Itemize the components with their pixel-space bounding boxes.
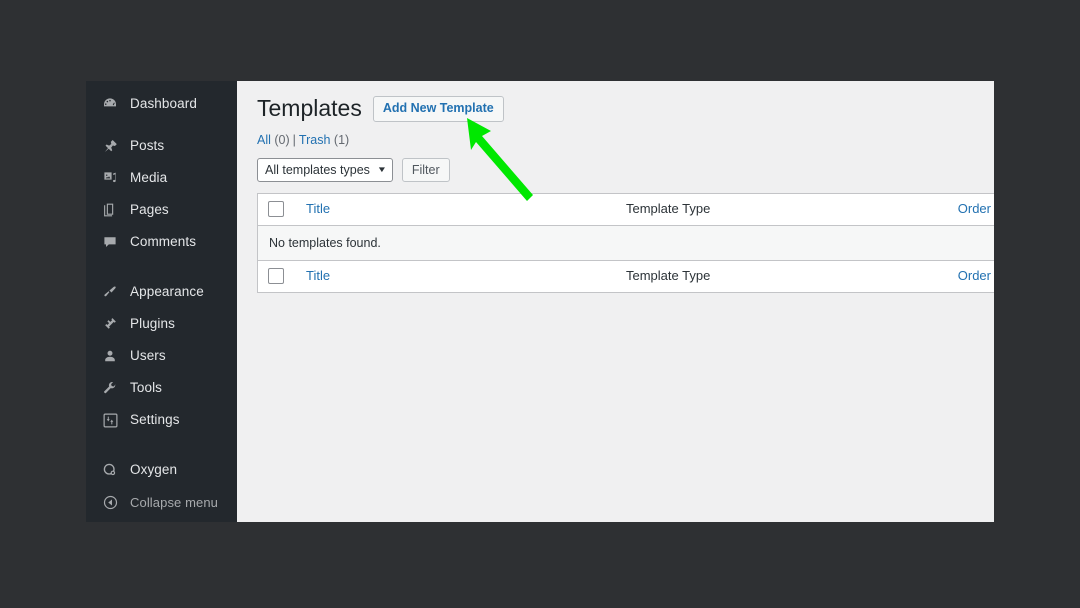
wrench-icon xyxy=(99,380,121,396)
admin-sidebar-menu: Dashboard Posts Media Pages Comments App… xyxy=(86,81,237,522)
sidebar-item-oxygen[interactable]: Oxygen xyxy=(86,454,237,486)
table-header-row: Title Template Type Order xyxy=(257,193,994,226)
filter-button[interactable]: Filter xyxy=(401,157,450,182)
sidebar-item-dashboard[interactable]: Dashboard xyxy=(86,88,237,120)
sidebar-divider xyxy=(86,436,237,454)
sidebar-item-posts[interactable]: Posts xyxy=(86,130,237,162)
chevron-down-icon: ▼ xyxy=(376,165,388,175)
collapse-arrow-icon xyxy=(99,495,121,510)
column-header-order-link[interactable]: Order xyxy=(958,201,991,216)
view-filter-links: All (0) | Trash (1) xyxy=(257,133,994,147)
view-count-trash: (1) xyxy=(333,132,350,147)
column-header-order: Order xyxy=(886,193,994,225)
select-all-checkbox-footer[interactable] xyxy=(268,268,284,285)
column-footer-template-type-label: Template Type xyxy=(626,268,711,284)
sidebar-item-appearance[interactable]: Appearance xyxy=(86,276,237,308)
view-links-separator: | xyxy=(292,132,296,147)
sidebar-item-collapse-menu[interactable]: Collapse menu xyxy=(86,486,237,518)
template-type-select-value: All templates types xyxy=(265,162,370,177)
pin-icon xyxy=(99,138,121,154)
table-empty-row: No templates found. xyxy=(257,224,994,261)
sidebar-item-plugins[interactable]: Plugins xyxy=(86,308,237,340)
sidebar-divider xyxy=(86,120,237,130)
column-header-template-type: Template Type xyxy=(626,193,886,225)
page-title: Templates xyxy=(257,95,362,121)
sidebar-divider xyxy=(86,258,237,276)
plug-icon xyxy=(99,316,121,332)
dashboard-icon xyxy=(99,96,121,112)
settings-sliders-icon xyxy=(99,413,121,428)
sidebar-item-label: Oxygen xyxy=(130,462,178,478)
select-all-checkbox[interactable] xyxy=(268,201,284,218)
add-new-template-button[interactable]: Add New Template xyxy=(372,95,504,122)
sidebar-item-label: Appearance xyxy=(130,284,204,300)
comment-icon xyxy=(99,234,121,250)
sidebar-item-media[interactable]: Media xyxy=(86,162,237,194)
admin-content-area: Templates Add New Template All (0) | Trash… xyxy=(237,81,994,522)
sidebar-item-users[interactable]: Users xyxy=(86,340,237,372)
media-icon xyxy=(99,170,121,186)
templates-table: Title Template Type Order No templates f… xyxy=(257,192,994,293)
column-footer-title: Title xyxy=(306,260,626,292)
screenshot-root: Dashboard Posts Media Pages Comments App… xyxy=(0,0,1080,608)
select-all-header-cell xyxy=(258,193,307,225)
sidebar-item-label: Settings xyxy=(130,412,180,428)
column-header-template-type-label: Template Type xyxy=(626,201,711,217)
table-empty-message: No templates found. xyxy=(257,224,994,261)
wordpress-admin-window: Dashboard Posts Media Pages Comments App… xyxy=(86,81,994,522)
page-icon xyxy=(99,202,121,218)
sidebar-item-tools[interactable]: Tools xyxy=(86,372,237,404)
page-header: Templates Add New Template xyxy=(257,94,994,124)
sidebar-item-label: Media xyxy=(130,170,168,186)
table-footer-row: Title Template Type Order xyxy=(257,260,994,293)
sidebar-item-label: Pages xyxy=(130,202,169,218)
select-all-footer-cell xyxy=(258,260,307,292)
sidebar-item-label: Tools xyxy=(130,380,163,396)
column-header-title-link[interactable]: Title xyxy=(306,201,330,216)
filter-toolbar: All templates types ▼ Filter xyxy=(257,157,994,182)
sidebar-item-label: Collapse menu xyxy=(130,494,219,510)
column-footer-title-link[interactable]: Title xyxy=(306,268,330,283)
column-footer-order-link[interactable]: Order xyxy=(958,268,991,283)
view-link-all[interactable]: All xyxy=(257,133,271,147)
sidebar-item-label: Comments xyxy=(130,234,197,250)
user-icon xyxy=(99,348,121,364)
sidebar-item-pages[interactable]: Pages xyxy=(86,194,237,226)
oxygen-icon xyxy=(99,462,121,478)
paintbrush-icon xyxy=(99,284,121,300)
template-type-select[interactable]: All templates types ▼ xyxy=(257,157,393,182)
column-footer-order: Order xyxy=(886,260,994,292)
sidebar-item-comments[interactable]: Comments xyxy=(86,226,237,258)
sidebar-item-settings[interactable]: Settings xyxy=(86,404,237,436)
view-count-all: (0) xyxy=(274,132,290,147)
column-header-title: Title xyxy=(306,193,626,225)
sidebar-item-label: Plugins xyxy=(130,316,175,332)
sidebar-item-label: Posts xyxy=(130,138,165,154)
sidebar-item-label: Dashboard xyxy=(130,96,197,112)
view-link-trash[interactable]: Trash xyxy=(299,133,331,147)
column-footer-template-type: Template Type xyxy=(626,260,886,292)
sidebar-item-label: Users xyxy=(130,348,166,364)
